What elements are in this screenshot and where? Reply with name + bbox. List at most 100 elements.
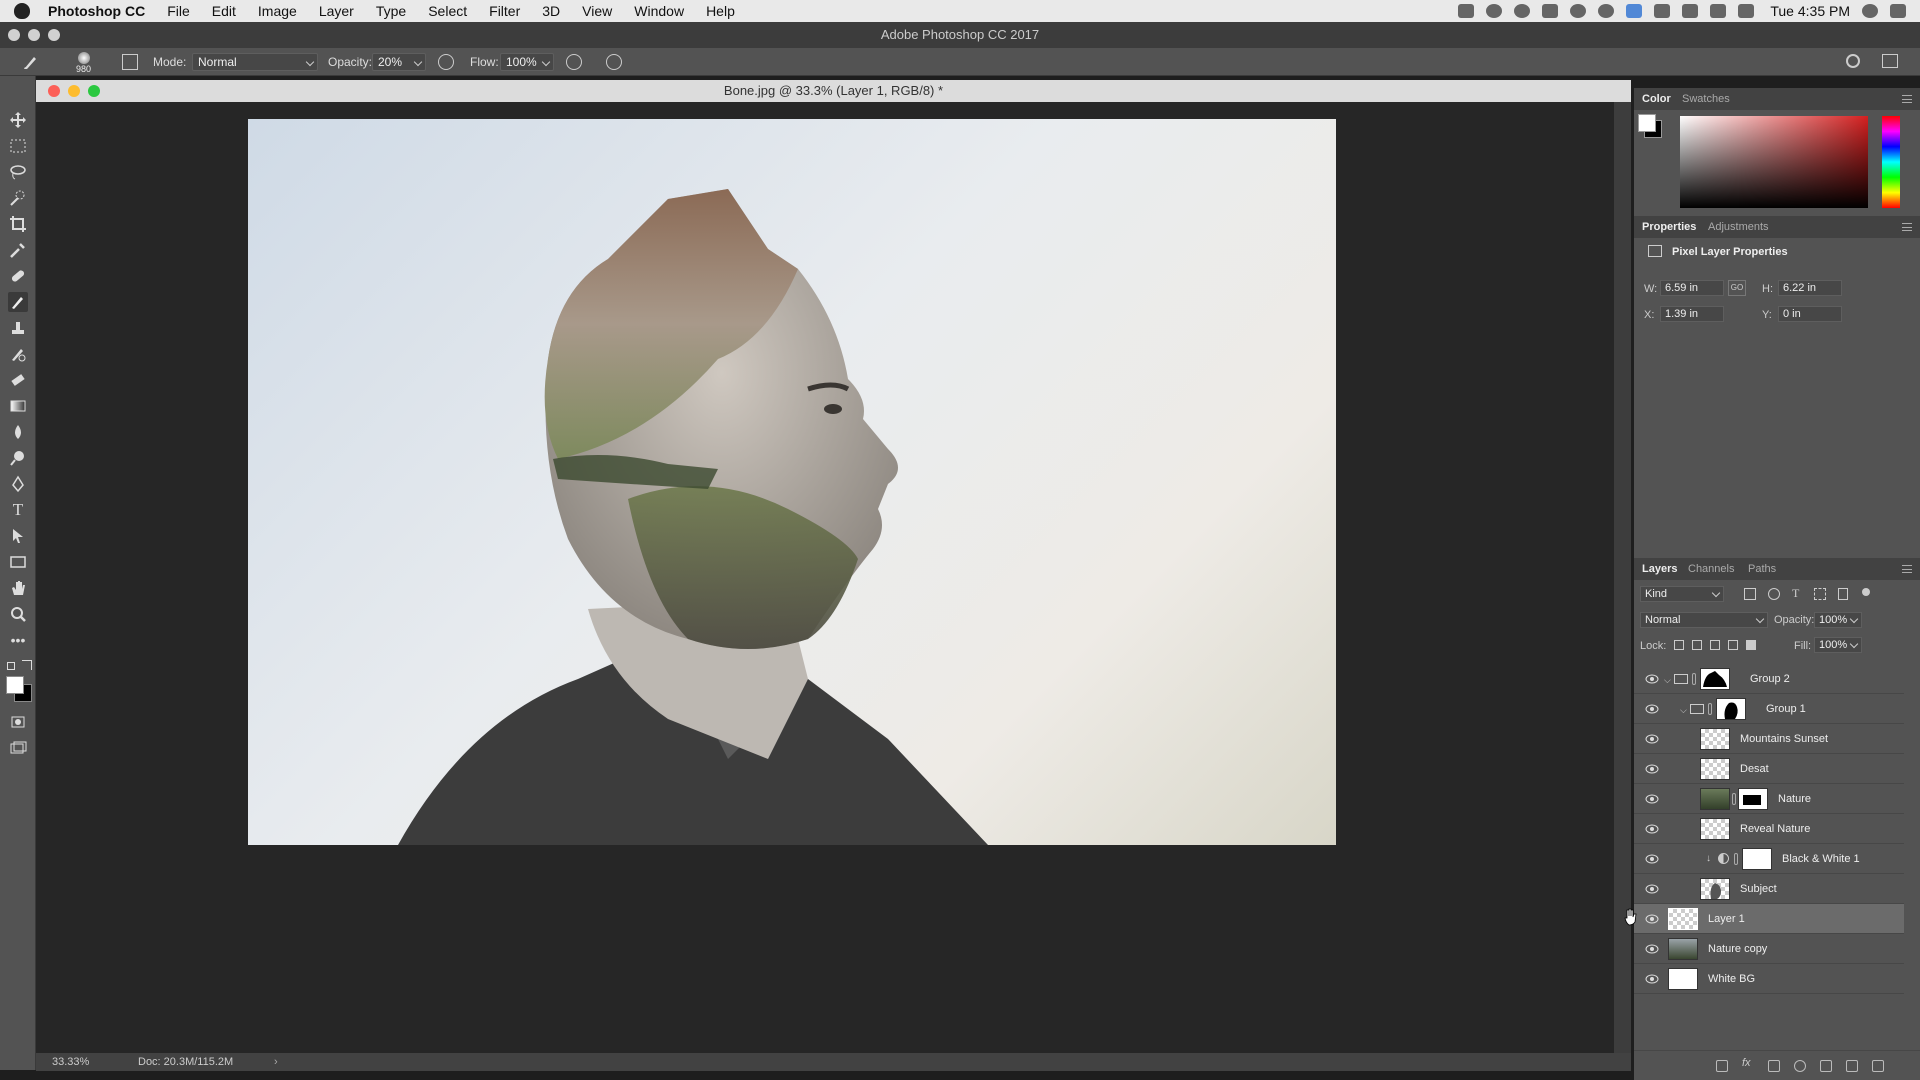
menu-image[interactable]: Image	[258, 3, 297, 19]
new-adjustment-layer-icon[interactable]	[1794, 1060, 1806, 1072]
hand-tool-icon[interactable]	[8, 578, 28, 598]
display-icon[interactable]	[1654, 4, 1671, 18]
link-icon[interactable]	[1708, 703, 1712, 715]
link-layers-icon[interactable]	[1716, 1060, 1728, 1072]
eye-icon[interactable]	[1645, 793, 1659, 805]
layer-opacity-field[interactable]: 100%	[1814, 612, 1862, 628]
brush-panel-toggle-icon[interactable]	[122, 54, 138, 70]
zoom-level[interactable]: 33.33%	[52, 1056, 89, 1068]
menu-view[interactable]: View	[582, 3, 612, 19]
pen-tool-icon[interactable]	[8, 474, 28, 494]
layer-row[interactable]: Subject	[1634, 874, 1904, 904]
layer-mask-thumbnail[interactable]	[1700, 668, 1730, 690]
layer-thumbnail[interactable]	[1700, 818, 1730, 840]
opacity-field[interactable]: 20%	[372, 53, 426, 71]
new-group-icon[interactable]	[1820, 1060, 1832, 1072]
layer-thumbnail[interactable]	[1700, 758, 1730, 780]
tab-channels[interactable]: Channels	[1688, 563, 1734, 575]
zoom-tool-icon[interactable]	[8, 604, 28, 624]
airbrush-icon[interactable]	[566, 54, 582, 70]
eye-icon[interactable]	[1645, 763, 1659, 775]
layer-row[interactable]: Nature copy	[1634, 934, 1904, 964]
panel-menu-icon[interactable]	[1902, 565, 1912, 573]
eye-icon[interactable]	[1645, 673, 1659, 685]
menu-select[interactable]: Select	[428, 3, 467, 19]
search-icon[interactable]	[1846, 54, 1860, 68]
layer-style-fx-icon[interactable]: fx	[1742, 1057, 1751, 1069]
document-size-info[interactable]: Doc: 20.3M/115.2M	[138, 1056, 233, 1068]
layer-thumbnail[interactable]	[1700, 728, 1730, 750]
add-mask-icon[interactable]	[1768, 1060, 1780, 1072]
marquee-tool-icon[interactable]	[8, 136, 28, 156]
more-tools-icon[interactable]: •••	[8, 630, 28, 650]
link-icon[interactable]	[1692, 673, 1696, 685]
workspace-icon[interactable]	[1882, 54, 1898, 68]
layer-row[interactable]: Reveal Nature	[1634, 814, 1904, 844]
type-tool-icon[interactable]: T	[8, 500, 28, 520]
link-dimensions-icon[interactable]: GO	[1728, 280, 1746, 296]
blend-mode-select[interactable]: Normal	[1640, 612, 1768, 628]
blur-tool-icon[interactable]	[8, 422, 28, 442]
lock-position-icon[interactable]	[1710, 640, 1720, 650]
brush-tool-icon[interactable]	[8, 292, 28, 312]
quick-selection-tool-icon[interactable]	[8, 188, 28, 208]
tab-color[interactable]: Color	[1642, 93, 1671, 105]
layer-thumbnail[interactable]	[1700, 788, 1730, 810]
x-field[interactable]: 1.39 in	[1660, 306, 1724, 322]
wifi-icon[interactable]	[1682, 4, 1699, 18]
eyedropper-tool-icon[interactable]	[8, 240, 28, 260]
tab-swatches[interactable]: Swatches	[1682, 93, 1730, 105]
layer-row[interactable]: Desat	[1634, 754, 1904, 784]
bird-icon[interactable]	[1626, 4, 1643, 18]
menu-filter[interactable]: Filter	[489, 3, 520, 19]
chevron-down-icon[interactable]: ⌵	[1680, 705, 1687, 716]
menu-help[interactable]: Help	[706, 3, 735, 19]
filter-shape-icon[interactable]	[1814, 588, 1826, 600]
eye-icon[interactable]	[1645, 853, 1659, 865]
quick-mask-icon[interactable]	[8, 712, 28, 732]
close-window-button[interactable]	[8, 29, 20, 41]
pressure-size-icon[interactable]	[606, 54, 622, 70]
eye-icon[interactable]	[1645, 883, 1659, 895]
eye-icon[interactable]	[1645, 943, 1659, 955]
menu-app-name[interactable]: Photoshop CC	[48, 3, 145, 19]
lasso-tool-icon[interactable]	[8, 162, 28, 182]
filter-toggle-icon[interactable]	[1862, 588, 1870, 596]
lock-transparent-icon[interactable]	[1674, 640, 1684, 650]
layer-mask-thumbnail[interactable]	[1716, 698, 1746, 720]
fill-field[interactable]: 100%	[1814, 637, 1862, 653]
menu-layer[interactable]: Layer	[319, 3, 354, 19]
mode-select[interactable]: Normal	[192, 53, 318, 71]
lock-artboard-icon[interactable]	[1728, 640, 1738, 650]
cloud-icon[interactable]	[1598, 4, 1615, 18]
foreground-color-swatch[interactable]	[6, 676, 24, 694]
layer-thumbnail[interactable]	[1668, 908, 1698, 930]
zoom-document-button[interactable]	[88, 85, 100, 97]
brush-preview-icon[interactable]	[78, 52, 90, 64]
panel-menu-icon[interactable]	[1902, 95, 1912, 103]
sync-icon[interactable]	[1514, 4, 1531, 18]
gradient-tool-icon[interactable]	[8, 396, 28, 416]
width-field[interactable]: 6.59 in	[1660, 280, 1724, 296]
layer-row[interactable]: Layer 1	[1634, 904, 1904, 934]
menu-window[interactable]: Window	[634, 3, 684, 19]
eraser-tool-icon[interactable]	[8, 370, 28, 390]
canvas-image[interactable]	[248, 119, 1336, 845]
eye-icon[interactable]	[1645, 703, 1659, 715]
notification-list-icon[interactable]	[1890, 4, 1906, 18]
y-field[interactable]: 0 in	[1778, 306, 1842, 322]
eye-icon[interactable]	[1645, 823, 1659, 835]
brush-tool-preset-icon[interactable]	[22, 53, 42, 74]
flow-field[interactable]: 100%	[500, 53, 554, 71]
layer-thumbnail[interactable]	[1700, 878, 1730, 900]
status-menu-arrow-icon[interactable]: ›	[274, 1056, 278, 1068]
eye-icon[interactable]	[1645, 913, 1659, 925]
rectangle-tool-icon[interactable]	[8, 552, 28, 572]
color-panel-foreground-swatch[interactable]	[1638, 114, 1656, 132]
trash-icon[interactable]	[1872, 1060, 1884, 1072]
layer-filter-kind[interactable]: Kind	[1640, 586, 1724, 602]
tab-layers[interactable]: Layers	[1642, 563, 1677, 575]
zoom-window-button[interactable]	[48, 29, 60, 41]
tab-paths[interactable]: Paths	[1748, 563, 1776, 575]
color-picker-field[interactable]	[1680, 116, 1868, 208]
